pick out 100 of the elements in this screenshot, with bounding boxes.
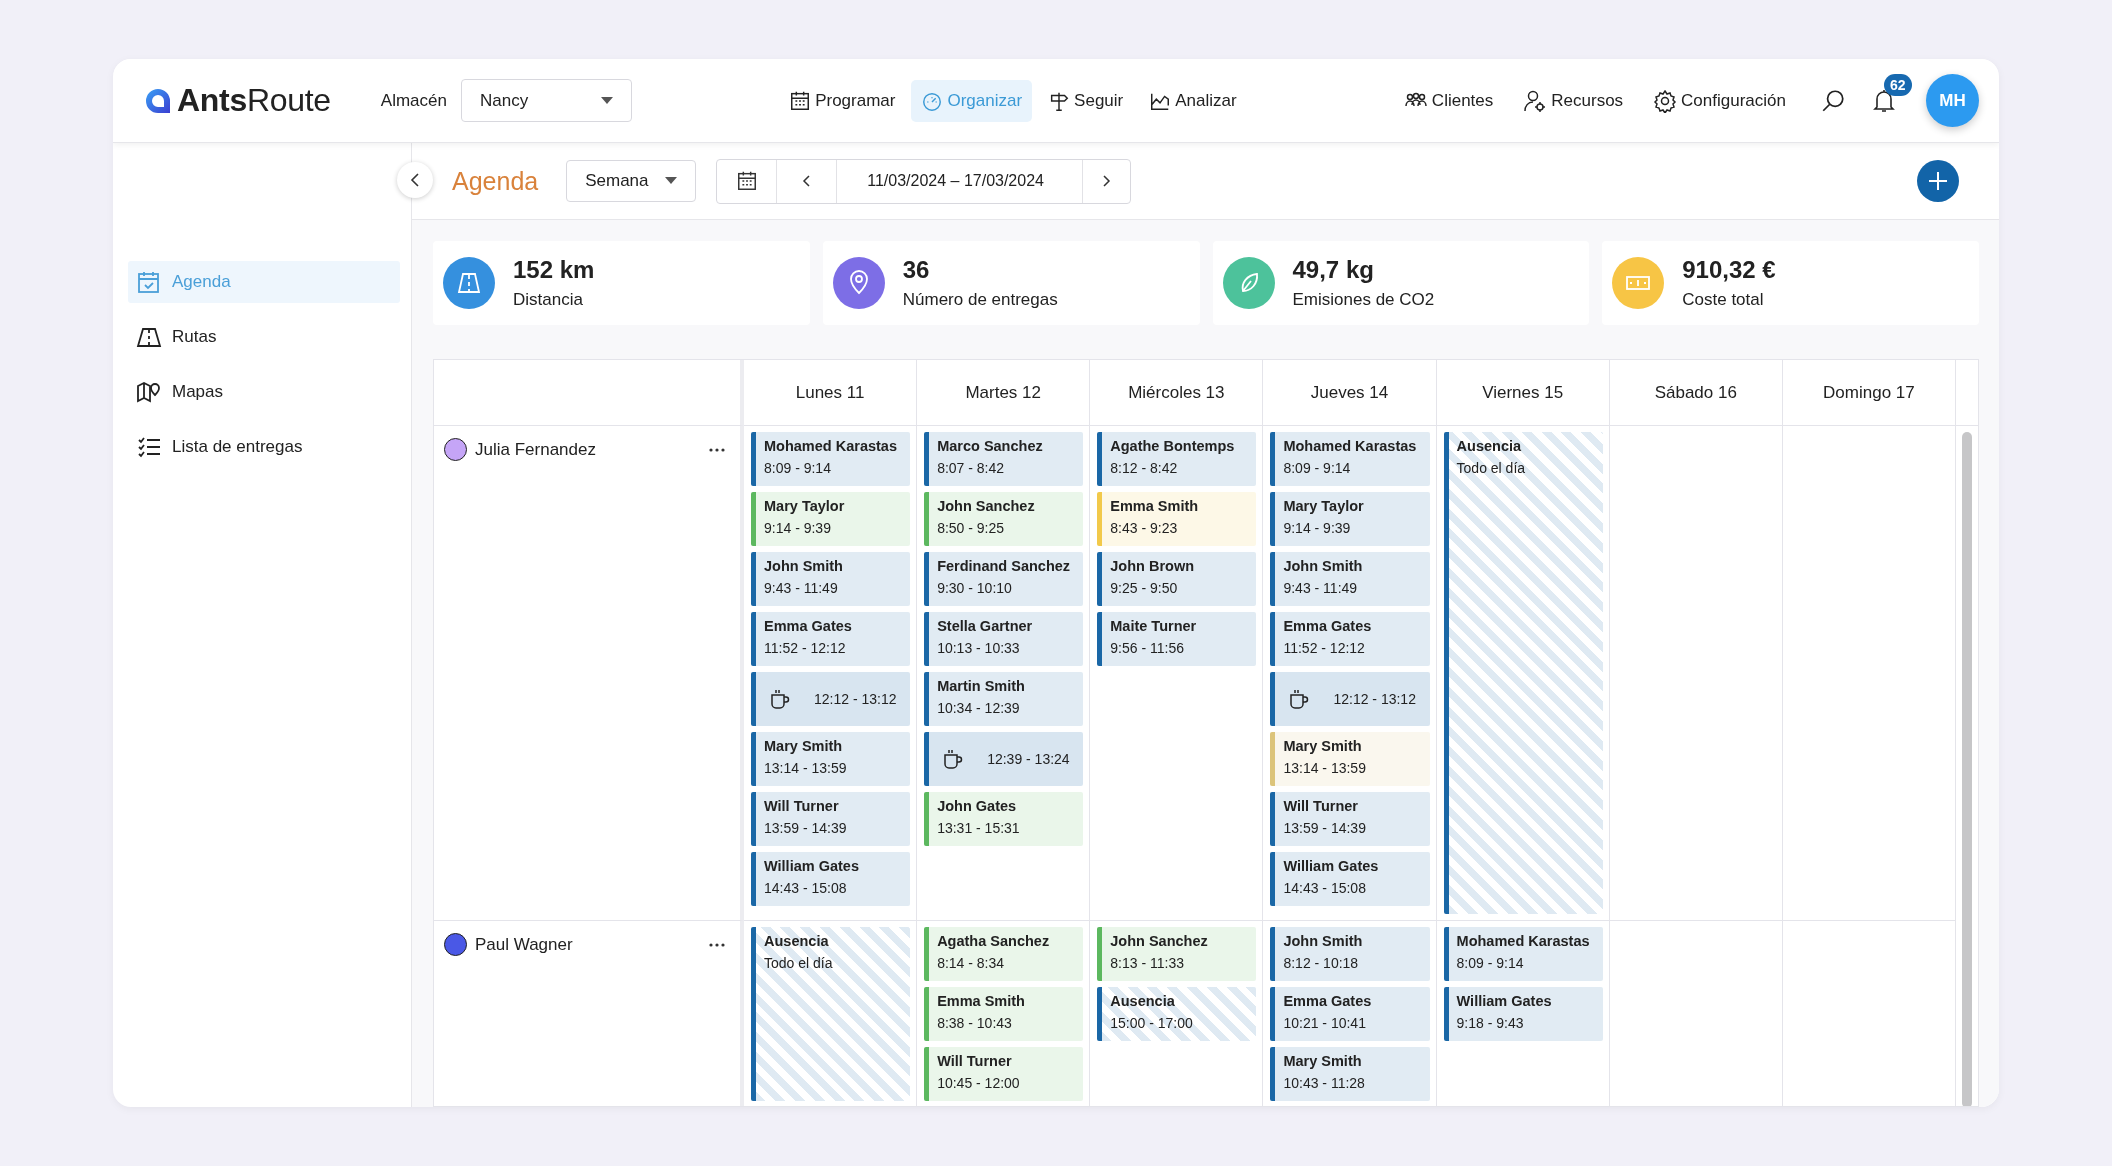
coffee-cup-icon xyxy=(1289,688,1310,710)
appointment-card[interactable]: Maite Turner 9:56 - 11:56 xyxy=(1097,612,1257,666)
sidebar-item[interactable]: Rutas xyxy=(128,316,400,358)
appointment-card[interactable]: Mary Smith 10:43 - 11:28 xyxy=(1270,1047,1430,1101)
appointment-card[interactable]: Emma Gates 11:52 - 12:12 xyxy=(1270,612,1430,666)
stat-label: Emisiones de CO2 xyxy=(1292,290,1435,310)
day-header: Domingo 17 xyxy=(1782,360,1956,426)
appointment-name: John Sanchez xyxy=(1110,933,1209,949)
chevron-left-icon xyxy=(409,172,421,188)
appointment-name: Marco Sanchez xyxy=(937,438,1044,454)
appointment-card[interactable]: Martin Smith 10:34 - 12:39 xyxy=(924,672,1084,726)
more-icon[interactable] xyxy=(708,942,726,948)
appointment-card[interactable]: Agathe Bontemps 8:12 - 8:42 xyxy=(1097,432,1257,486)
appointment-name: Will Turner xyxy=(1283,798,1359,814)
appointment-card[interactable]: William Gates 9:18 - 9:43 xyxy=(1443,987,1603,1041)
appointment-time: 14:43 - 15:08 xyxy=(764,880,848,896)
day-header: Jueves 14 xyxy=(1263,360,1437,426)
calendar-check-icon xyxy=(136,270,162,294)
appointment-name: William Gates xyxy=(764,858,860,874)
sidebar-item[interactable]: Lista de entregas xyxy=(128,426,400,468)
nav-tab[interactable]: Analizar xyxy=(1139,79,1247,122)
stat-value: 910,32 € xyxy=(1682,256,1776,284)
appointment-card[interactable]: John Smith 9:43 - 11:49 xyxy=(751,552,911,606)
appointment-card[interactable]: Mary Smith 13:14 - 13:59 xyxy=(751,732,911,786)
break-card[interactable]: 12:12 - 13:12 xyxy=(751,672,911,726)
appointment-time: 8:14 - 8:34 xyxy=(937,955,1006,971)
more-icon[interactable] xyxy=(708,447,726,453)
day-header: Viernes 15 xyxy=(1436,360,1610,426)
appointment-card[interactable]: Will Turner 13:59 - 14:39 xyxy=(751,792,911,846)
appointment-card[interactable]: William Gates 14:43 - 15:08 xyxy=(1270,852,1430,906)
appointment-time: 8:09 - 9:14 xyxy=(764,460,832,476)
appointment-name: William Gates xyxy=(1283,858,1380,874)
caret-icon xyxy=(600,96,613,105)
break-card[interactable]: 12:12 - 13:12 xyxy=(1270,672,1430,726)
appointment-card[interactable]: Emma Gates 10:21 - 10:41 xyxy=(1270,987,1430,1041)
appointment-name: Mary Smith xyxy=(1283,738,1363,754)
appointment-name: Emma Gates xyxy=(1283,618,1373,634)
appointment-name: John Smith xyxy=(1283,558,1364,574)
appointment-card[interactable]: Mary Taylor 9:14 - 9:39 xyxy=(751,492,911,546)
appointment-name: Mohamed Karastas xyxy=(1283,438,1418,454)
notification-badge: 62 xyxy=(1884,73,1912,96)
warehouse-select[interactable]: Nancy xyxy=(460,79,632,122)
appointment-card[interactable]: Emma Smith 8:38 - 10:43 xyxy=(924,987,1084,1041)
appointment-card[interactable]: Mohamed Karastas 8:09 - 9:14 xyxy=(1270,432,1430,486)
stat-value: 36 xyxy=(902,256,931,284)
appointment-card[interactable]: Will Turner 10:45 - 12:00 xyxy=(924,1047,1084,1101)
appointment-card[interactable]: John Smith 8:12 - 10:18 xyxy=(1270,927,1430,981)
appointment-card[interactable]: Emma Smith 8:43 - 9:23 xyxy=(1097,492,1257,546)
add-button[interactable] xyxy=(1917,160,1959,202)
appointment-card[interactable]: Mary Taylor 9:14 - 9:39 xyxy=(1270,492,1430,546)
appointment-time: 8:13 - 11:33 xyxy=(1110,955,1185,971)
appointment-time: 9:56 - 11:56 xyxy=(1110,640,1185,656)
appointment-card[interactable]: John Gates 13:31 - 15:31 xyxy=(924,792,1084,846)
day-header: Martes 12 xyxy=(917,360,1091,426)
appointment-card[interactable]: John Brown 9:25 - 9:50 xyxy=(1097,552,1257,606)
appointment-name: Stella Gartner xyxy=(937,618,1034,634)
appointment-card[interactable]: John Sanchez 8:13 - 11:33 xyxy=(1097,927,1257,981)
nav-link[interactable]: Configuración xyxy=(1643,79,1796,122)
sidebar-item[interactable]: Mapas xyxy=(128,371,400,413)
appointment-name: Emma Gates xyxy=(1283,993,1373,1009)
appointment-name: Emma Gates xyxy=(764,618,853,634)
appointment-time: 13:59 - 14:39 xyxy=(1283,820,1367,836)
appointment-time: 10:34 - 12:39 xyxy=(937,700,1021,716)
appointment-card[interactable]: Emma Gates 11:52 - 12:12 xyxy=(751,612,911,666)
appointment-card[interactable]: John Smith 9:43 - 11:49 xyxy=(1270,552,1430,606)
appointment-time: 13:14 - 13:59 xyxy=(1283,760,1367,776)
stat-label: Distancia xyxy=(513,290,584,310)
appointment-card[interactable]: Ferdinand Sanchez 9:30 - 10:10 xyxy=(924,552,1084,606)
appointment-card[interactable]: John Sanchez 8:50 - 9:25 xyxy=(924,492,1084,546)
break-card[interactable]: 12:39 - 13:24 xyxy=(924,732,1084,786)
coffee-cup-icon xyxy=(770,688,790,710)
view-select[interactable]: Semana xyxy=(566,160,697,202)
appointment-name: William Gates xyxy=(1456,993,1553,1009)
appointment-card[interactable]: Agatha Sanchez 8:14 - 8:34 xyxy=(924,927,1084,981)
appointment-card[interactable]: Marco Sanchez 8:07 - 8:42 xyxy=(924,432,1084,486)
appointment-time: 9:43 - 11:49 xyxy=(764,580,839,596)
appointment-card[interactable]: Will Turner 13:59 - 14:39 xyxy=(1270,792,1430,846)
absence-card[interactable]: Ausencia Todo el día xyxy=(1443,432,1603,914)
nav-tab[interactable]: Seguir xyxy=(1038,79,1134,122)
search-icon[interactable] xyxy=(1820,87,1846,114)
appointment-time: 13:31 - 15:31 xyxy=(937,820,1021,836)
nav-link[interactable]: Clientes xyxy=(1393,79,1504,122)
chevron-right-icon xyxy=(1101,174,1112,188)
absence-card[interactable]: Ausencia 15:00 - 17:00 xyxy=(1097,987,1257,1041)
appointment-card[interactable]: William Gates 14:43 - 15:08 xyxy=(751,852,911,906)
page-title: Agenda xyxy=(452,166,539,196)
appointment-card[interactable]: Stella Gartner 10:13 - 10:33 xyxy=(924,612,1084,666)
calendar-icon xyxy=(789,89,812,112)
appointment-card[interactable]: Mohamed Karastas 8:09 - 9:14 xyxy=(1443,927,1603,981)
nav-link[interactable]: Recursos xyxy=(1513,79,1634,122)
absence-time: Todo el día xyxy=(764,955,834,971)
absence-card[interactable]: Ausencia Todo el día xyxy=(751,927,911,1101)
appointment-time: 8:38 - 10:43 xyxy=(937,1015,1013,1031)
appointment-name: John Gates xyxy=(937,798,1018,814)
collapse-button[interactable] xyxy=(397,162,433,198)
nav-tab[interactable]: Programar xyxy=(779,79,906,122)
absence-title: Ausencia xyxy=(764,933,830,949)
appointment-card[interactable]: Mohamed Karastas 8:09 - 9:14 xyxy=(751,432,911,486)
appointment-card[interactable]: Mary Smith 13:14 - 13:59 xyxy=(1270,732,1430,786)
day-header: Lunes 11 xyxy=(744,360,918,426)
